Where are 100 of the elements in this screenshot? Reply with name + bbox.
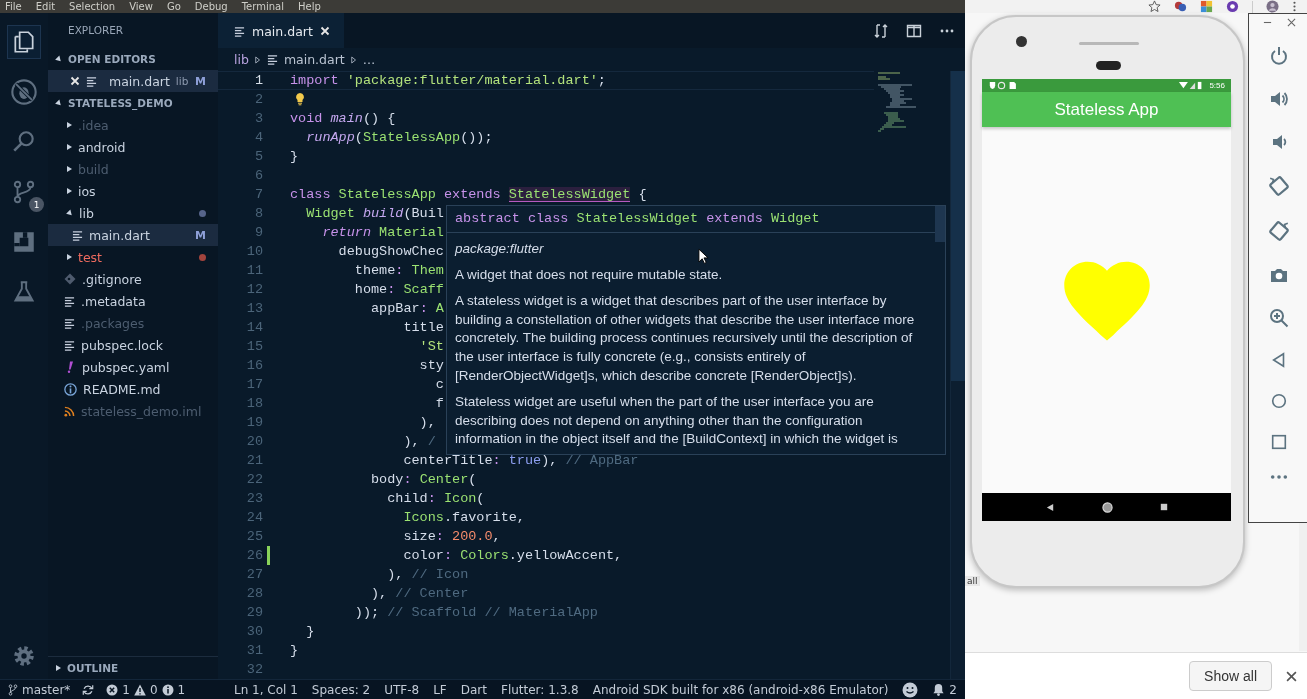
editor-tab[interactable]: main.dart: [218, 13, 344, 48]
file-name: pubspec.lock: [81, 337, 163, 353]
split-editor-icon[interactable]: [906, 22, 922, 39]
tree-item[interactable]: pubspec.lock: [48, 334, 218, 356]
menu-item[interactable]: View: [129, 1, 153, 12]
line-number: 17: [245, 377, 263, 392]
status-item[interactable]: UTF-8: [384, 682, 420, 697]
back-icon[interactable]: [1045, 502, 1055, 512]
section-header[interactable]: STATELESS_DEMO: [48, 92, 218, 114]
section-header[interactable]: OPEN EDITORS: [48, 48, 218, 70]
line-number: 27: [245, 567, 263, 582]
code-line: centerTitle: true), // AppBar: [402, 453, 639, 468]
breadcrumb-item[interactable]: lib: [234, 52, 249, 67]
folder-hint: lib: [175, 75, 189, 87]
menu-icon[interactable]: [1292, 0, 1297, 13]
camera-lens: [1016, 36, 1027, 47]
lightbulb-icon[interactable]: [294, 92, 306, 106]
warning-icon: [133, 683, 146, 696]
close-icon[interactable]: [1286, 670, 1297, 682]
status-item[interactable]: Android SDK built for x86 (android-x86 Emulator): [592, 682, 889, 697]
code-line: Widget build(Buil: [305, 206, 444, 221]
compare-icon[interactable]: [873, 22, 889, 39]
activity-item[interactable]: [7, 25, 41, 59]
menu-item[interactable]: Go: [166, 1, 181, 12]
scrollbar-track[interactable]: [1299, 523, 1307, 651]
star-icon[interactable]: [1148, 0, 1161, 13]
branch-icon: [8, 683, 18, 696]
file-lines-icon: [86, 75, 97, 87]
status-item[interactable]: LF: [433, 682, 447, 697]
scrollbar-thumb[interactable]: [935, 206, 945, 242]
tree-item[interactable]: .metadata: [48, 290, 218, 312]
extension-icon[interactable]: [1174, 0, 1187, 13]
tree-item[interactable]: main.dart M: [48, 224, 218, 246]
sync-icon[interactable]: [82, 683, 95, 696]
branch-indicator[interactable]: master*: [8, 682, 71, 697]
menu-item[interactable]: Terminal: [241, 1, 284, 12]
line-number: 29: [245, 605, 263, 620]
file-lines-icon: [64, 317, 75, 329]
status-item[interactable]: Flutter: 1.3.8: [501, 682, 579, 697]
smiley-icon[interactable]: [902, 681, 919, 698]
file-name: pubspec.yaml: [82, 359, 170, 375]
extension-icon[interactable]: [1226, 0, 1239, 13]
tree-item[interactable]: lib: [48, 202, 218, 224]
sidebar-title: EXPLORER: [67, 23, 125, 38]
volume-up-icon[interactable]: [1269, 89, 1289, 109]
rotate-left-icon[interactable]: [1268, 175, 1290, 197]
menu-item[interactable]: Selection: [69, 1, 116, 12]
extension-icon[interactable]: [1200, 0, 1213, 13]
power-icon[interactable]: [1269, 46, 1289, 66]
code-line: ), /: [402, 434, 436, 449]
warning-count: 0: [149, 682, 158, 697]
status-item[interactable]: Dart: [460, 682, 487, 697]
code-line: 'St: [418, 339, 444, 354]
tree-item[interactable]: ios: [48, 180, 218, 202]
settings-icon[interactable]: [11, 643, 37, 669]
zoom-icon[interactable]: [1269, 308, 1289, 328]
status-item[interactable]: Spaces: 2: [311, 682, 371, 697]
error-count: 1: [122, 682, 130, 697]
open-editor-item[interactable]: main.dart lib M: [48, 70, 218, 92]
tree-item[interactable]: README.md: [48, 378, 218, 400]
code-line: class StatelessApp extends StatelessWidget {: [290, 187, 647, 202]
activity-item[interactable]: 1: [7, 175, 41, 209]
menu-item[interactable]: Edit: [35, 1, 56, 12]
tree-item[interactable]: test: [48, 246, 218, 268]
file-name: test: [78, 249, 102, 265]
code-line: home: Scaff: [353, 282, 444, 297]
overview-icon[interactable]: [1270, 433, 1288, 451]
line-number: 9: [253, 225, 263, 240]
line-number: 24: [245, 510, 263, 525]
scrollbar-thumb[interactable]: [951, 71, 965, 381]
files-icon: [11, 29, 37, 55]
menu-item[interactable]: Debug: [194, 1, 228, 12]
line-number: 15: [245, 339, 263, 354]
tree-item[interactable]: .gitignore: [48, 268, 218, 290]
status-item[interactable]: Ln 1, Col 1: [234, 682, 298, 697]
chevron-icon: [350, 55, 357, 64]
line-number: 14: [245, 320, 263, 335]
rotate-right-icon[interactable]: [1268, 220, 1290, 242]
recents-icon[interactable]: [1159, 503, 1168, 511]
problems-indicator[interactable]: 1 0 1: [106, 682, 186, 697]
menu-item[interactable]: Help: [297, 1, 321, 12]
feed-icon: [64, 405, 75, 417]
line-number: 5: [253, 149, 263, 164]
line-number: 31: [245, 643, 263, 658]
avatar-icon[interactable]: [1266, 0, 1279, 13]
code-line: ),: [418, 415, 436, 430]
show-all-button[interactable]: Show all: [1189, 661, 1272, 691]
breadcrumb-item[interactable]: …: [362, 52, 376, 67]
line-number: 2: [253, 92, 263, 107]
notifications-indicator[interactable]: 2: [932, 682, 957, 697]
line-number: 23: [245, 491, 263, 506]
breadcrumb-item[interactable]: main.dart: [283, 52, 345, 67]
tree-item[interactable]: pubspec.yaml: [48, 356, 218, 378]
code-line: return Material: [321, 225, 444, 240]
tree-item[interactable]: android: [48, 136, 218, 158]
file-name: README.md: [83, 381, 161, 397]
menu-item[interactable]: File: [5, 1, 22, 12]
file-name: ios: [78, 183, 96, 199]
count-badge: 1: [29, 197, 44, 212]
page-text-fragment: all: [965, 576, 980, 586]
